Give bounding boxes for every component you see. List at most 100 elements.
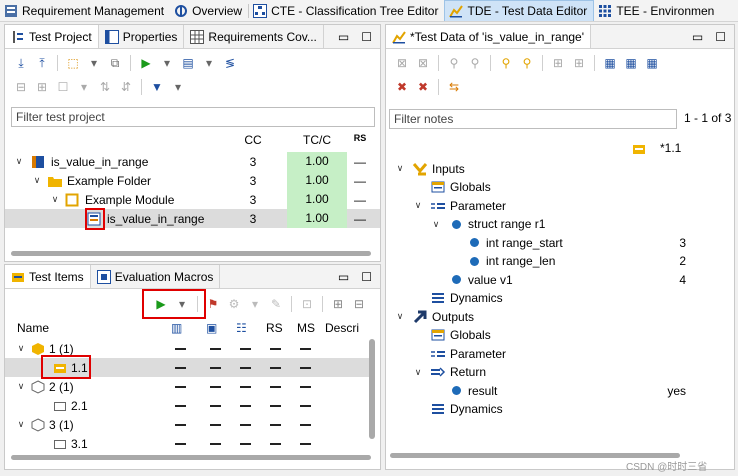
test-data-row[interactable]: Dynamics <box>386 400 734 419</box>
test-data-value[interactable]: 4 <box>626 273 686 287</box>
chevron-down-icon[interactable]: ∨ <box>15 419 27 430</box>
add-icon[interactable]: ⊞ <box>550 55 566 71</box>
column-header-coverage-icon[interactable]: ▣ <box>206 321 217 335</box>
test-data-row[interactable]: ∨ Return <box>386 363 734 382</box>
test-item-row[interactable]: ∨ 2 (1) <box>5 377 371 396</box>
tree-row[interactable]: ∨ Example Module 3 1.00 — <box>5 190 380 209</box>
test-data-value[interactable]: 2 <box>626 254 686 268</box>
tab-requirements-coverage[interactable]: Requirements Cov... <box>184 25 324 48</box>
horizontal-scrollbar[interactable] <box>11 455 371 460</box>
sort-icon[interactable]: ⇅ <box>97 79 113 95</box>
pin-icon[interactable]: ⚲ <box>467 55 483 71</box>
chevron-down-icon[interactable]: ▾ <box>86 55 102 71</box>
column-header-name[interactable]: Name <box>17 321 49 335</box>
test-data-row[interactable]: result yes <box>386 381 734 400</box>
export-icon[interactable]: ⤒ <box>34 55 50 71</box>
perspective-tab-cte[interactable]: CTE - Classification Tree Editor <box>249 0 444 21</box>
perspective-tab-tee[interactable]: TEE - Environmen <box>594 0 720 21</box>
run-icon[interactable]: ▶ <box>138 55 154 71</box>
expand-icon[interactable]: ⊞ <box>34 79 50 95</box>
clear-icon[interactable]: ⊠ <box>394 55 410 71</box>
chevron-down-icon[interactable]: ∨ <box>49 194 61 205</box>
edit-icon[interactable]: ✎ <box>268 296 284 312</box>
filter-test-project-input[interactable]: Filter test project <box>11 107 375 127</box>
perspective-tab-tde[interactable]: TDE - Test Data Editor <box>444 0 595 21</box>
marker-icon[interactable]: ⚲ <box>519 55 535 71</box>
chevron-down-icon[interactable]: ▾ <box>159 55 175 71</box>
test-data-row[interactable]: ∨ Parameter <box>386 196 734 215</box>
tab-test-items[interactable]: Test Items <box>5 265 91 288</box>
sort-icon[interactable]: ⇵ <box>118 79 134 95</box>
settings-icon[interactable]: ⚙ <box>226 296 242 312</box>
test-data-row[interactable]: Dynamics <box>386 289 734 308</box>
collapse-icon[interactable]: ⊟ <box>351 296 367 312</box>
test-data-column-header[interactable]: *1.1 <box>606 139 686 157</box>
test-data-value[interactable]: yes <box>626 384 686 398</box>
test-data-row[interactable]: value v1 4 <box>386 270 734 289</box>
collapse-icon[interactable]: ⊟ <box>13 79 29 95</box>
tree-row-selected[interactable]: is_value_in_range 3 1.00 — <box>5 209 380 228</box>
test-item-row[interactable]: ∨ 3 (1) <box>5 415 371 434</box>
horizontal-scrollbar[interactable] <box>11 251 371 256</box>
tab-evaluation-macros[interactable]: Evaluation Macros <box>91 265 221 288</box>
chevron-down-icon[interactable]: ∨ <box>15 381 27 392</box>
test-item-row[interactable]: 2.1 <box>5 396 371 415</box>
column-header-tcc[interactable]: TC/C <box>287 133 347 147</box>
column-header-rs[interactable]: RS <box>345 133 375 143</box>
copy-icon[interactable]: ⧉ <box>107 55 123 71</box>
delete-icon[interactable]: ✖ <box>394 79 410 95</box>
minimize-icon[interactable]: ▭ <box>338 270 349 284</box>
chevron-down-icon[interactable]: ∨ <box>412 200 424 211</box>
grid-icon[interactable]: ▦ <box>644 55 660 71</box>
add-icon[interactable]: ⊞ <box>571 55 587 71</box>
maximize-icon[interactable]: ☐ <box>715 30 726 44</box>
tree-row[interactable]: ∨ Example Folder 3 1.00 — <box>5 171 380 190</box>
filter-notes-input[interactable]: Filter notes <box>389 109 677 129</box>
test-data-row[interactable]: ∨ Inputs <box>386 159 734 178</box>
column-header-status-icon[interactable]: ▥ <box>171 321 182 335</box>
chevron-down-icon[interactable]: ▾ <box>201 55 217 71</box>
test-data-row[interactable]: int range_start 3 <box>386 233 734 252</box>
test-item-row[interactable]: 3.1 <box>5 434 371 453</box>
flag-icon[interactable]: ⚑ <box>205 296 221 312</box>
chevron-down-icon[interactable]: ∨ <box>15 343 27 354</box>
vertical-scrollbar[interactable] <box>369 339 375 439</box>
test-data-row[interactable]: Parameter <box>386 344 734 363</box>
sync-icon[interactable]: ≶ <box>222 55 238 71</box>
tab-test-data[interactable]: *Test Data of 'is_value_in_range' <box>386 25 592 48</box>
new-icon[interactable]: ☐ <box>55 79 71 95</box>
clear-all-icon[interactable]: ⊠ <box>415 55 431 71</box>
column-header-rs[interactable]: RS <box>266 321 283 335</box>
select-icon[interactable]: ⬚ <box>65 55 81 71</box>
chevron-down-icon[interactable]: ▾ <box>247 296 263 312</box>
report-icon[interactable]: ▤ <box>180 55 196 71</box>
column-header-cc[interactable]: CC <box>233 133 273 147</box>
minimize-icon[interactable]: ▭ <box>338 30 349 44</box>
perspective-tab-requirement-management[interactable]: Requirement Management <box>0 0 170 21</box>
test-data-row[interactable]: ∨ Outputs <box>386 307 734 326</box>
chevron-down-icon[interactable]: ∨ <box>394 311 406 322</box>
maximize-icon[interactable]: ☐ <box>361 270 372 284</box>
chevron-down-icon[interactable]: ∨ <box>31 175 43 186</box>
delete-icon[interactable]: ✖ <box>415 79 431 95</box>
column-header-table-icon[interactable]: ☷ <box>236 321 247 335</box>
test-data-row[interactable]: Globals <box>386 178 734 197</box>
maximize-icon[interactable]: ☐ <box>361 30 372 44</box>
link-icon[interactable]: ⊡ <box>299 296 315 312</box>
tree-row[interactable]: ∨ is_value_in_range 3 1.00 — <box>5 152 380 171</box>
chevron-down-icon[interactable]: ∨ <box>13 156 25 167</box>
grid-icon[interactable]: ▦ <box>602 55 618 71</box>
filter-icon[interactable]: ▼ <box>149 79 165 95</box>
chevron-down-icon[interactable]: ▾ <box>170 79 186 95</box>
chevron-down-icon[interactable]: ∨ <box>412 367 424 378</box>
pin-icon[interactable]: ⚲ <box>446 55 462 71</box>
minimize-icon[interactable]: ▭ <box>692 30 703 44</box>
chevron-down-icon[interactable]: ∨ <box>394 163 406 174</box>
swap-icon[interactable]: ⇆ <box>446 79 462 95</box>
expand-icon[interactable]: ⊞ <box>330 296 346 312</box>
chevron-down-icon[interactable]: ▾ <box>76 79 92 95</box>
import-icon[interactable]: ⤓ <box>13 55 29 71</box>
marker-icon[interactable]: ⚲ <box>498 55 514 71</box>
tab-test-project[interactable]: Test Project <box>5 25 99 48</box>
test-data-row[interactable]: Globals <box>386 326 734 345</box>
